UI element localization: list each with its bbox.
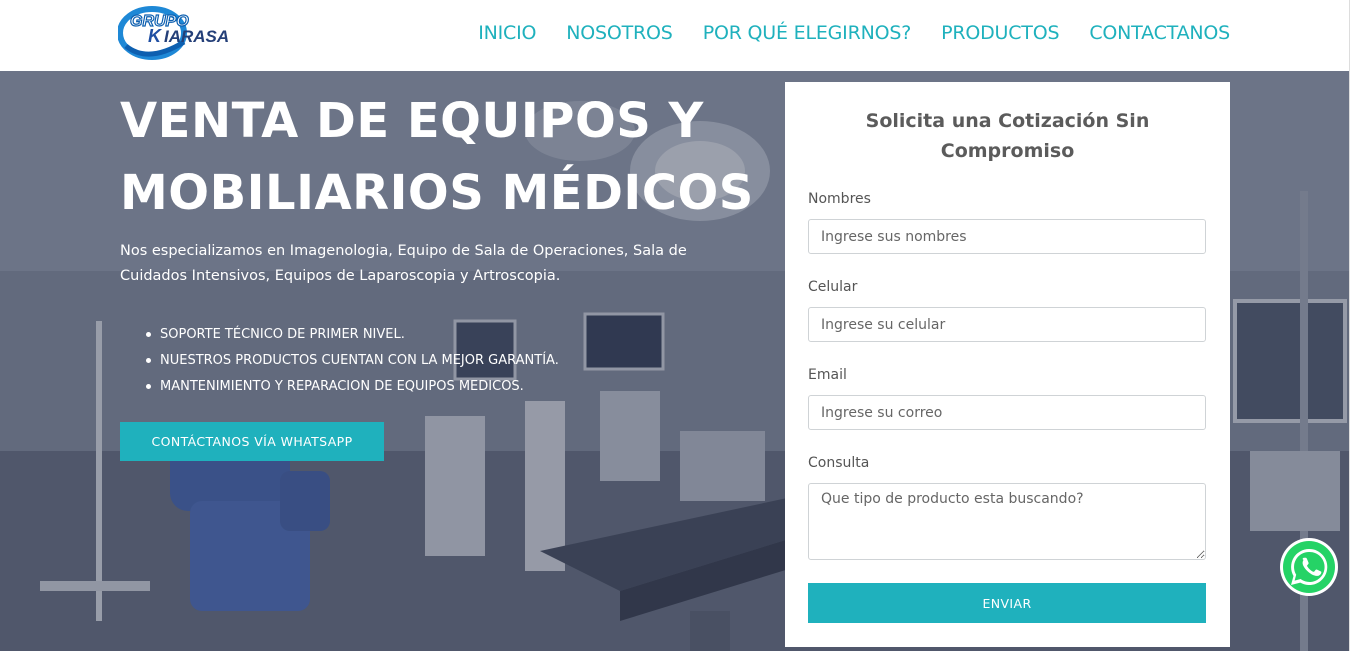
hero-feature-list: SOPORTE TÉCNICO DE PRIMER NIVEL. NUESTRO… bbox=[140, 322, 559, 400]
form-title: Solicita una Cotización Sin Compromiso bbox=[865, 110, 1150, 162]
nav-item-por-que-elegirnos[interactable]: POR QUÉ ELEGIRNOS? bbox=[703, 22, 912, 44]
nav-item-nosotros[interactable]: NOSOTROS bbox=[566, 22, 673, 44]
email-input[interactable] bbox=[808, 395, 1206, 430]
celular-label: Celular bbox=[808, 279, 858, 295]
nombres-input[interactable] bbox=[808, 219, 1206, 254]
email-label: Email bbox=[808, 367, 847, 383]
nav-item-productos[interactable]: PRODUCTOS bbox=[941, 22, 1059, 44]
site-header: GRUPO K IARASA INICIO NOSOTROS POR QUÉ E… bbox=[0, 0, 1350, 71]
hero-title: VENTA DE EQUIPOS Y MOBILIARIOS MÉDICOS bbox=[120, 85, 780, 229]
quote-form: Solicita una Cotización Sin Compromiso N… bbox=[785, 82, 1230, 647]
svg-text:K: K bbox=[148, 26, 163, 46]
contact-whatsapp-button[interactable]: CONTÁCTANOS VÍA WHATSAPP bbox=[120, 422, 384, 461]
hero-title-line-1: VENTA DE EQUIPOS Y bbox=[120, 93, 704, 149]
hero-title-line-2: MOBILIARIOS MÉDICOS bbox=[120, 165, 754, 221]
nav-item-inicio[interactable]: INICIO bbox=[478, 22, 536, 44]
whatsapp-icon[interactable] bbox=[1279, 537, 1339, 597]
list-item: MANTENIMIENTO Y REPARACION DE EQUIPOS ME… bbox=[140, 374, 559, 400]
svg-text:IARASA: IARASA bbox=[164, 27, 229, 46]
consulta-textarea[interactable] bbox=[808, 483, 1206, 560]
hero-description: Nos especializamos en Imagenologia, Equi… bbox=[120, 243, 687, 284]
nav-item-contactanos[interactable]: CONTACTANOS bbox=[1089, 22, 1230, 44]
main-nav: INICIO NOSOTROS POR QUÉ ELEGIRNOS? PRODU… bbox=[478, 0, 1230, 66]
list-item: SOPORTE TÉCNICO DE PRIMER NIVEL. bbox=[140, 322, 559, 348]
list-item: NUESTROS PRODUCTOS CUENTAN CON LA MEJOR … bbox=[140, 348, 559, 374]
grupo-kiarasa-logo[interactable]: GRUPO K IARASA bbox=[118, 6, 270, 60]
celular-input[interactable] bbox=[808, 307, 1206, 342]
nombres-label: Nombres bbox=[808, 191, 871, 207]
enviar-button[interactable]: ENVIAR bbox=[808, 583, 1206, 623]
consulta-label: Consulta bbox=[808, 455, 870, 471]
